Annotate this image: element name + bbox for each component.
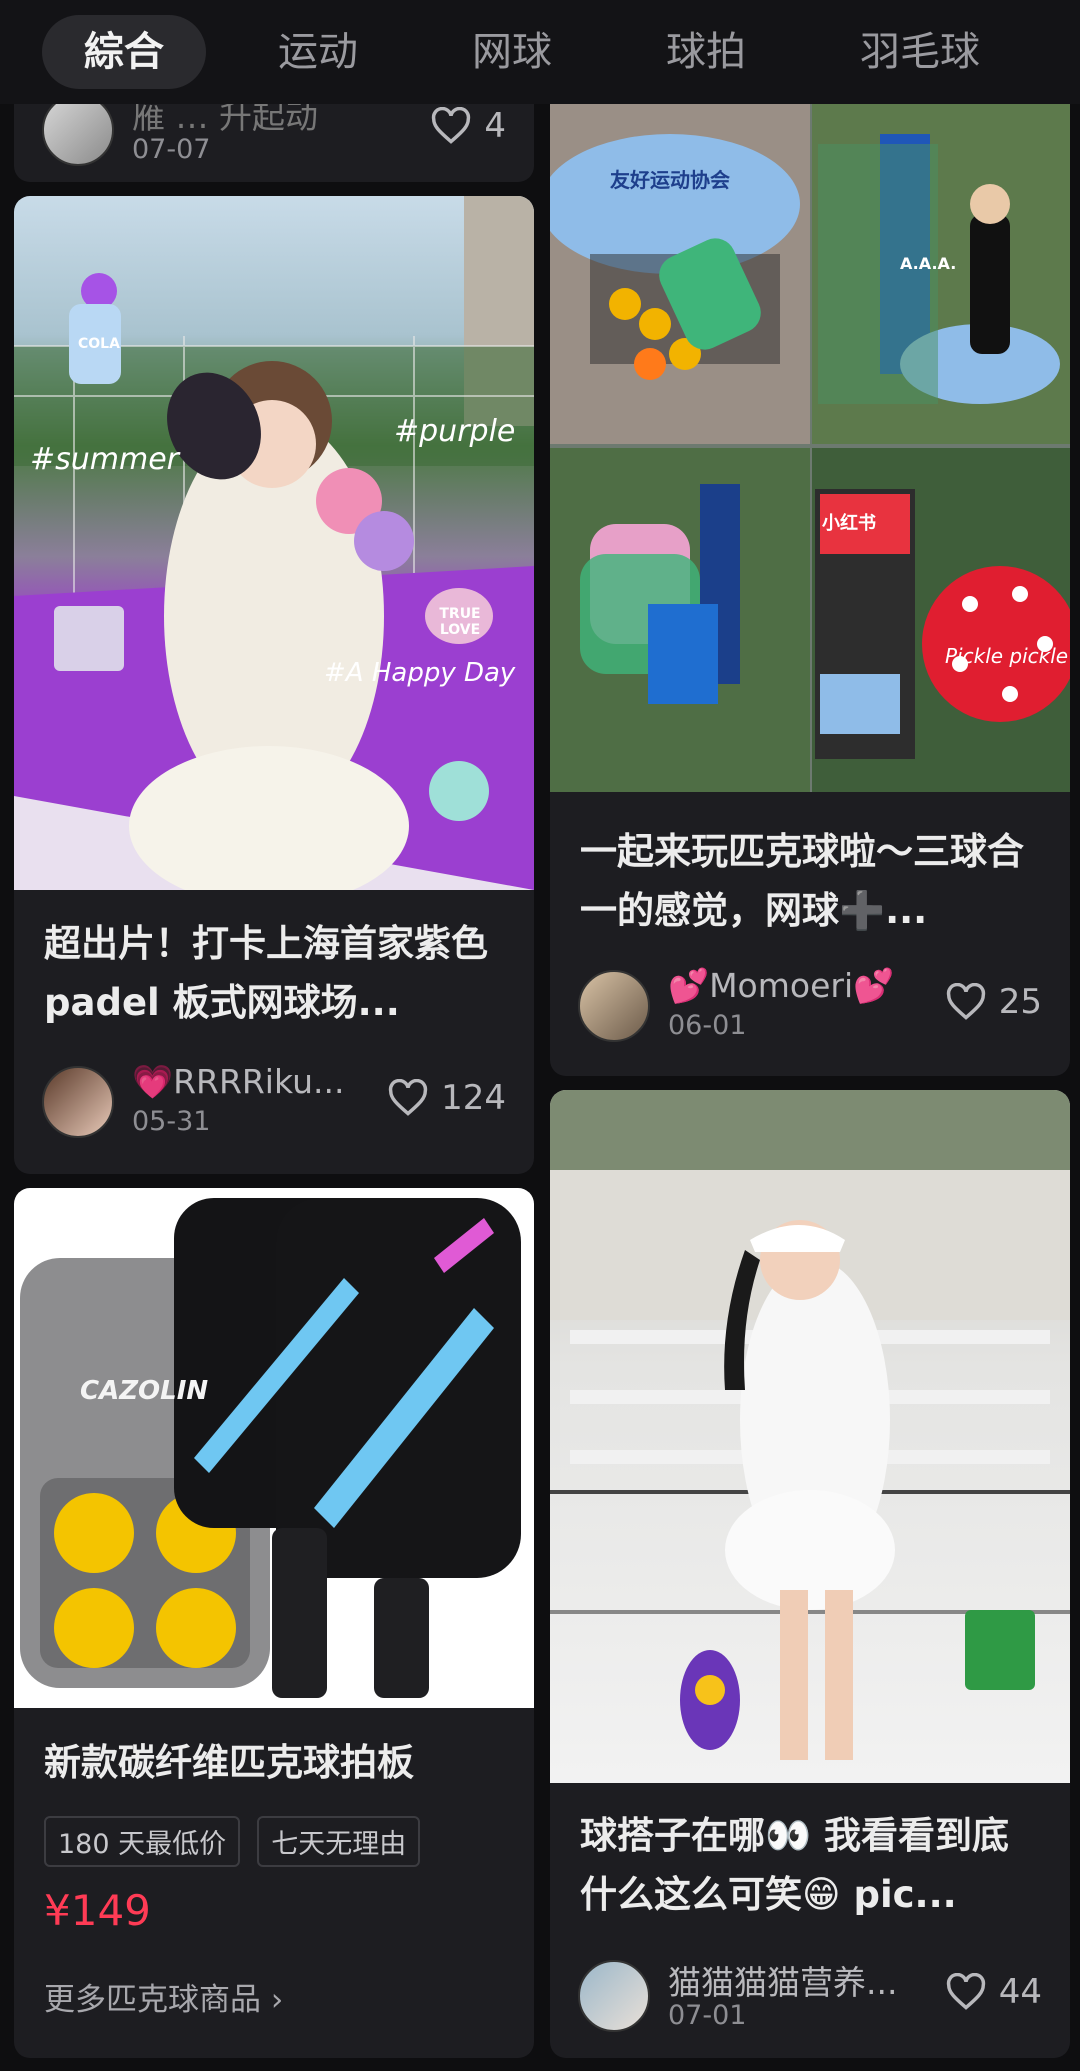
post-date: 05-31 bbox=[132, 1106, 211, 1137]
tennis-photo-illustration bbox=[550, 1090, 1070, 1760]
more-products-link[interactable]: 更多匹克球商品 › bbox=[44, 1974, 283, 2019]
like-count: 124 bbox=[441, 1078, 506, 1118]
cover-image[interactable]: #summer #purple #A Happy Day COLA TRUE L… bbox=[14, 196, 534, 890]
banner-text-association: 友好运动协会 bbox=[610, 168, 730, 192]
avatar[interactable] bbox=[578, 970, 650, 1042]
heart-icon bbox=[388, 1079, 428, 1116]
like-button[interactable]: 124 bbox=[387, 1078, 506, 1118]
product-title[interactable]: 新款碳纤维匹克球拍板 bbox=[44, 1733, 508, 1792]
heart-icon bbox=[432, 107, 471, 144]
brand-label: CAZOLIN bbox=[80, 1376, 209, 1406]
card-meta: 💕Momoeri💕 06-01 25 bbox=[578, 966, 1042, 1046]
tab-badminton[interactable]: 羽毛球 bbox=[818, 15, 1022, 89]
banner-text-aaa: A.A.A. bbox=[900, 254, 957, 273]
tab-racket[interactable]: 球拍 bbox=[624, 15, 788, 89]
tab-sports[interactable]: 运动 bbox=[236, 15, 400, 89]
tag-lowest-price: 180 天最低价 bbox=[44, 1816, 241, 1867]
cover-image[interactable] bbox=[550, 1090, 1070, 1783]
avatar[interactable] bbox=[42, 1066, 114, 1138]
note-title[interactable]: 一起来玩匹克球啦～三球合一的感觉，网球➕... bbox=[580, 822, 1044, 940]
avatar[interactable] bbox=[578, 1960, 650, 2032]
paddle-product-illustration bbox=[20, 1198, 521, 1698]
tab-tennis[interactable]: 网球 bbox=[430, 15, 594, 89]
like-count: 25 bbox=[998, 982, 1042, 1022]
note-card-padel[interactable]: #summer #purple #A Happy Day COLA TRUE L… bbox=[14, 196, 534, 1174]
product-card-paddle[interactable]: CAZOLIN 新款碳纤维匹克球拍板 180 天最低价 七天无理由 ¥149 更… bbox=[14, 1188, 534, 2058]
like-count: 4 bbox=[484, 106, 506, 146]
author-name[interactable]: 猫猫猫猫营养... bbox=[668, 1956, 897, 2004]
heart-icon bbox=[946, 1973, 985, 2010]
note-title[interactable]: 球搭子在哪👀 我看看到底什么这么可笑😁 pic... bbox=[580, 1806, 1044, 1924]
overlay-sticker-happy-day: #A Happy Day bbox=[324, 658, 516, 688]
category-tab-bar: 綜合 运动 网球 球拍 羽毛球 bbox=[0, 0, 1080, 104]
tag-free-return: 七天无理由 bbox=[257, 1816, 421, 1867]
like-count: 44 bbox=[998, 1972, 1042, 2012]
overlay-sticker-summer: #summer bbox=[30, 442, 180, 477]
overlay-sticker-cola: COLA bbox=[78, 336, 120, 352]
like-button[interactable]: 4 bbox=[430, 106, 506, 146]
cover-image[interactable]: 友好运动协会 A.A.A. 小红书 Pickle pickle bbox=[550, 104, 1070, 792]
heart-icon bbox=[946, 983, 985, 1020]
post-date: 07-07 bbox=[132, 134, 211, 165]
padel-photo-illustration bbox=[14, 196, 534, 890]
banner-text-xiaohongshu: 小红书 bbox=[822, 513, 876, 534]
product-tags: 180 天最低价 七天无理由 bbox=[44, 1816, 432, 1867]
author-name[interactable]: 💕Momoeri💕 bbox=[668, 966, 894, 1006]
author-name[interactable]: 雁 … 升起动 bbox=[132, 104, 318, 138]
note-card-tennis-partner[interactable]: 球搭子在哪👀 我看看到底什么这么可笑😁 pic... 猫猫猫猫营养... 07-… bbox=[550, 1090, 1070, 2058]
like-button[interactable]: 44 bbox=[945, 1972, 1042, 2012]
product-price: ¥149 bbox=[44, 1886, 151, 1935]
post-date: 07-01 bbox=[668, 2000, 747, 2031]
note-card-pickleball-event[interactable]: 友好运动协会 A.A.A. 小红书 Pickle pickle 一起来玩匹克球啦… bbox=[550, 104, 1070, 1076]
avatar[interactable] bbox=[42, 104, 114, 166]
event-photo-collage bbox=[550, 104, 1070, 792]
overlay-sticker-purple: #purple bbox=[394, 414, 516, 449]
card-meta: 雁 … 升起动 07-07 4 bbox=[42, 104, 506, 170]
author-name[interactable]: 💗RRRRiku... bbox=[132, 1062, 344, 1102]
card-meta: 💗RRRRiku... 05-31 124 bbox=[42, 1062, 506, 1142]
product-image[interactable]: CAZOLIN bbox=[14, 1188, 534, 1708]
like-button[interactable]: 25 bbox=[945, 982, 1042, 1022]
tab-comprehensive[interactable]: 綜合 bbox=[42, 15, 206, 89]
overlay-sticker-true-love: TRUE LOVE bbox=[439, 606, 481, 638]
note-card-top-partial[interactable]: 雁 … 升起动 07-07 4 bbox=[14, 104, 534, 182]
note-title[interactable]: 超出片！打卡上海首家紫色 padel 板式网球场... bbox=[44, 914, 508, 1032]
card-meta: 猫猫猫猫营养... 07-01 44 bbox=[578, 1956, 1042, 2036]
banner-text-pickle: Pickle pickle bbox=[945, 644, 1069, 668]
post-date: 06-01 bbox=[668, 1010, 747, 1041]
